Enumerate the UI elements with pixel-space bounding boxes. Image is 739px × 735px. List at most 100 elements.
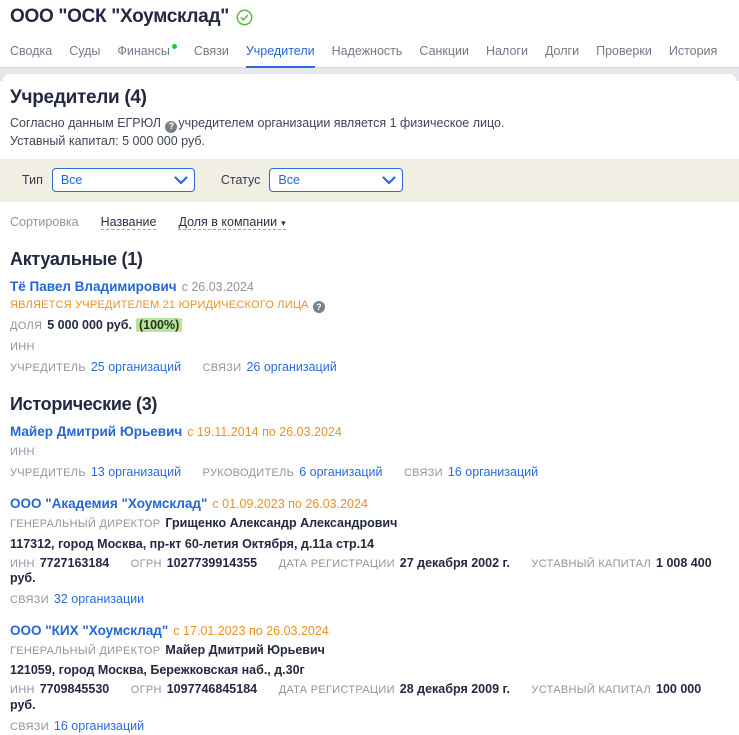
sort-row: Сортировка Название Доля в компании ▾ [10, 215, 729, 231]
director-name: Майер Дмитрий Юрьевич [165, 642, 325, 657]
help-icon[interactable]: ? [165, 120, 178, 133]
reg-date-label: ДАТА РЕГИСТРАЦИИ [278, 684, 395, 697]
inn-value: 7727163184 [39, 555, 110, 570]
chevron-down-icon [382, 175, 396, 185]
page-background-strip [0, 68, 739, 81]
orgs-row: СВЯЗИ 16 организаций [10, 719, 729, 735]
person-link[interactable]: Тё Павел Владимирович [10, 279, 177, 294]
inn-label: ИНН [10, 446, 35, 459]
inn-row: ИНН [10, 444, 729, 460]
ogrn-label: ОГРН [130, 557, 162, 570]
tab-proverki[interactable]: Проверки [596, 35, 652, 68]
links-count-link[interactable]: 16 организаций [448, 465, 538, 479]
period-text: с 17.01.2023 по 26.03.2024 [173, 623, 329, 638]
tab-finansy-label: Финансы [117, 44, 170, 58]
links-count-label: СВЯЗИ [10, 593, 49, 606]
capital-label: УСТАВНЫЙ КАПИТАЛ [531, 557, 652, 570]
verified-icon [236, 9, 253, 26]
sort-by-share-label: Доля в компании [178, 215, 278, 230]
help-icon[interactable]: ? [312, 301, 325, 314]
director-name: Грищенко Александр Александрович [165, 515, 398, 530]
status-filter-label: Статус [220, 173, 261, 188]
inn-label: ИНН [10, 340, 35, 353]
tab-nadezhnost[interactable]: Надежность [332, 35, 403, 68]
tab-dolgi[interactable]: Долги [545, 35, 579, 68]
type-filter-label: Тип [22, 173, 43, 188]
links-count-link[interactable]: 26 организаций [246, 360, 336, 374]
egrul-note-prefix: Согласно данным ЕГРЮЛ [10, 116, 161, 130]
sort-label: Сортировка [10, 215, 79, 230]
inn-value: 7709845530 [39, 682, 110, 697]
inn-label: ИНН [10, 557, 35, 570]
reg-date-value: 28 декабря 2009 г. [399, 682, 510, 697]
share-row: ДОЛЯ 5 000 000 руб. (100%) [10, 318, 729, 334]
chevron-down-icon [174, 175, 188, 185]
company-link[interactable]: ООО "КИХ "Хоумсклад" [10, 623, 168, 638]
status-select-value: Все [278, 173, 300, 188]
share-label: ДОЛЯ [10, 320, 43, 333]
tab-nalogi[interactable]: Налоги [486, 35, 528, 68]
egrul-note-suffix: учредителем организации является 1 физич… [178, 116, 505, 130]
orgs-row: СВЯЗИ 32 организации [10, 592, 729, 608]
status-select[interactable]: Все [269, 168, 404, 193]
founder-entry-historical-person: Майер Дмитрий Юрьевич с 19.11.2014 по 26.… [10, 424, 729, 481]
director-label: ГЕНЕРАЛЬНЫЙ ДИРЕКТОР [10, 644, 161, 657]
period-text: с 01.09.2023 по 26.03.2024 [212, 496, 368, 511]
tab-sudy[interactable]: Суды [69, 35, 100, 68]
tab-svodka[interactable]: Сводка [10, 35, 52, 68]
links-count-label: СВЯЗИ [403, 467, 443, 480]
head-count-link[interactable]: 6 организаций [299, 465, 382, 479]
founder-notice: ЯВЛЯЕТСЯ УЧРЕДИТЕЛЕМ 21 ЮРИДИЧЕСКОГО ЛИЦ… [10, 299, 729, 314]
company-address: 121059, город Москва, Бережковская наб.,… [10, 663, 305, 678]
founder-count-link[interactable]: 13 организаций [91, 465, 181, 479]
orgs-row: УЧРЕДИТЕЛЬ 13 организаций РУКОВОДИТЕЛЬ 6 о… [10, 465, 729, 481]
inn-row: ИНН [10, 339, 729, 355]
ogrn-value: 1027739914355 [166, 555, 258, 570]
share-percent-badge: (100%) [135, 318, 183, 333]
historical-heading: Исторические (3) [10, 394, 158, 415]
tab-finansy[interactable]: Финансы [117, 35, 177, 68]
tab-uchrediteli[interactable]: Учредители [245, 35, 315, 68]
founder-count-label: УЧРЕДИТЕЛЬ [10, 361, 86, 374]
share-value: 5 000 000 руб. [47, 318, 132, 333]
registry-row: ИНН 7727163184 ОГРН 1027739914355 ДАТА РЕГ… [10, 556, 729, 587]
ogrn-label: ОГРН [130, 684, 162, 697]
period-text: с 26.03.2024 [181, 280, 254, 295]
links-count-label: СВЯЗИ [202, 361, 242, 374]
ogrn-value: 1097746845184 [166, 682, 258, 697]
founder-count-label: УЧРЕДИТЕЛЬ [10, 467, 86, 480]
finances-badge-dot-icon [171, 44, 177, 49]
egrul-note: Согласно данным ЕГРЮЛ ? учредителем орган… [10, 115, 729, 133]
capital-label: УСТАВНЫЙ КАПИТАЛ [531, 684, 652, 697]
period-text: с 19.11.2014 по 26.03.2024 [187, 425, 342, 440]
sort-desc-icon: ▾ [281, 218, 286, 229]
sort-by-share[interactable]: Доля в компании ▾ [178, 215, 286, 231]
founders-heading: Учредители (4) [10, 87, 147, 108]
company-header: ООО "ОСК "Хоумсклад" [0, 0, 739, 28]
filter-bar: Тип Все Статус Все [0, 159, 739, 203]
capital-note: Уставный капитал: 5 000 000 руб. [10, 133, 206, 148]
tab-bar: Сводка Суды Финансы Связи Учредители Над… [0, 35, 739, 68]
company-title: ООО "ОСК "Хоумсклад" [10, 6, 229, 27]
links-count-link[interactable]: 16 организаций [54, 719, 144, 733]
type-select[interactable]: Все [51, 168, 195, 193]
founder-entry-company: ООО "КИХ "Хоумсклад" с 17.01.2023 по 26.0… [10, 623, 729, 735]
director-row: ГЕНЕРАЛЬНЫЙ ДИРЕКТОР Майер Дмитрий Юрьеви… [10, 643, 729, 659]
director-label: ГЕНЕРАЛЬНЫЙ ДИРЕКТОР [10, 517, 161, 530]
director-row: ГЕНЕРАЛЬНЫЙ ДИРЕКТОР Грищенко Александр А… [10, 516, 729, 532]
founders-panel: Учредители (4) Согласно данным ЕГРЮЛ ? уч… [0, 81, 739, 735]
links-count-label: СВЯЗИ [10, 720, 49, 733]
head-count-label: РУКОВОДИТЕЛЬ [202, 467, 295, 480]
tab-sankcii[interactable]: Санкции [419, 35, 469, 68]
actual-heading: Актуальные (1) [10, 249, 143, 270]
company-link[interactable]: ООО "Академия "Хоумсклад" [10, 496, 207, 511]
links-count-link[interactable]: 32 организации [54, 592, 144, 606]
founder-entry-company: ООО "Академия "Хоумсклад" с 01.09.2023 по… [10, 496, 729, 608]
person-link[interactable]: Майер Дмитрий Юрьевич [10, 424, 182, 439]
orgs-row: УЧРЕДИТЕЛЬ 25 организаций СВЯЗИ 26 организ… [10, 360, 729, 376]
tab-istoriya[interactable]: История [669, 35, 717, 68]
company-address: 117312, город Москва, пр-кт 60-летия Окт… [10, 536, 375, 551]
tab-svyazi[interactable]: Связи [194, 35, 229, 68]
founder-count-link[interactable]: 25 организаций [91, 360, 181, 374]
sort-by-name[interactable]: Название [100, 215, 157, 231]
